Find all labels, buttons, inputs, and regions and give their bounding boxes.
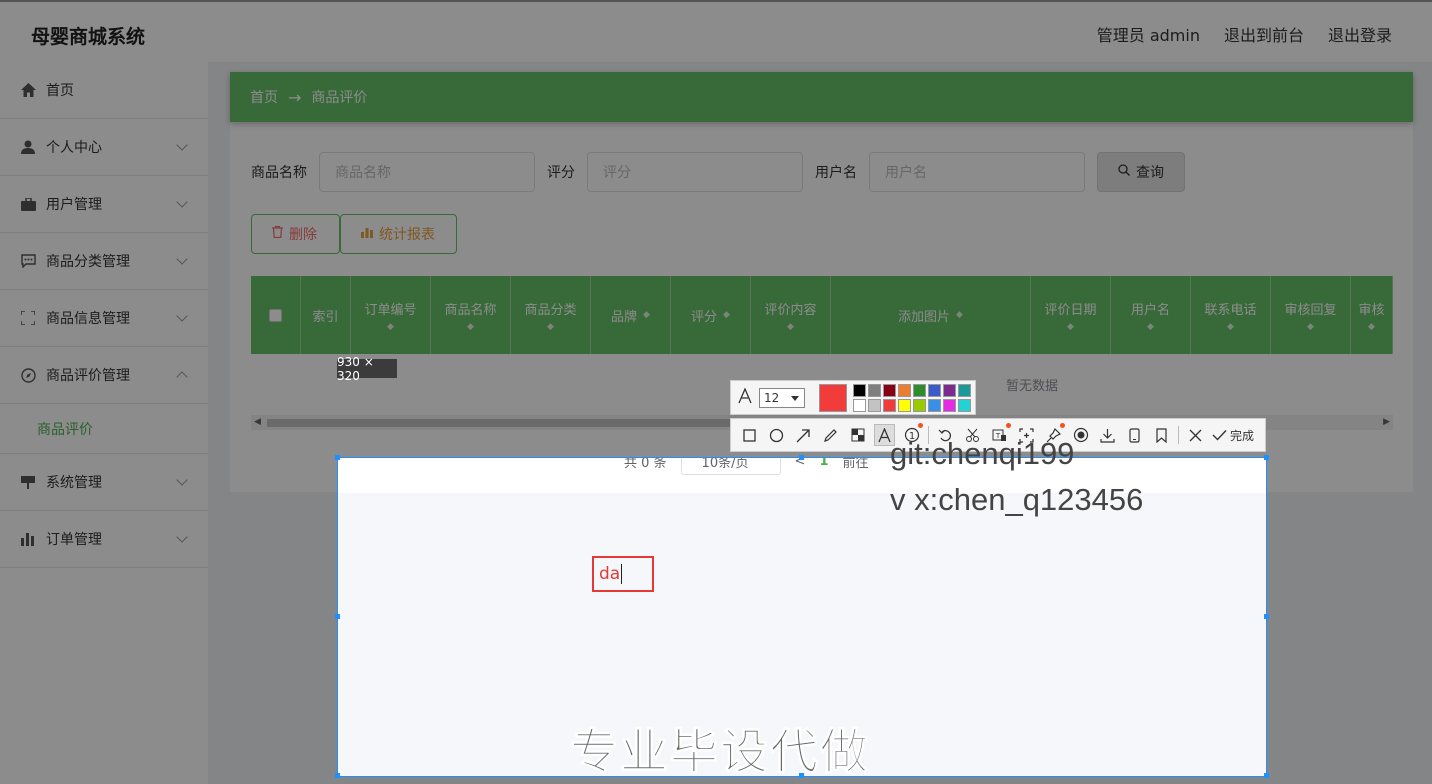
- text-style-toolbar: 12: [730, 380, 976, 415]
- resize-handle[interactable]: [335, 773, 340, 778]
- annotation-text: da: [599, 564, 621, 584]
- color-swatch[interactable]: [958, 383, 971, 397]
- ellipse-tool-icon[interactable]: [766, 424, 787, 446]
- resize-handle[interactable]: [335, 614, 340, 619]
- color-swatch[interactable]: [928, 383, 941, 397]
- color-swatch[interactable]: [898, 383, 911, 397]
- color-swatch[interactable]: [883, 383, 896, 397]
- done-button[interactable]: 完成: [1212, 427, 1254, 444]
- arrow-tool-icon[interactable]: [793, 424, 814, 446]
- check-icon: [1212, 430, 1227, 441]
- watermark-banner: 专业毕设代做: [569, 724, 871, 781]
- resize-handle[interactable]: [1264, 773, 1269, 778]
- color-swatch[interactable]: [853, 383, 866, 397]
- resize-handle[interactable]: [799, 455, 804, 460]
- mosaic-tool-icon[interactable]: [847, 424, 868, 446]
- color-swatch[interactable]: [898, 398, 911, 412]
- color-swatch[interactable]: [943, 398, 956, 412]
- resize-handle[interactable]: [1264, 614, 1269, 619]
- color-swatch[interactable]: [958, 398, 971, 412]
- toolbar-separator: [1178, 426, 1179, 444]
- pencil-tool-icon[interactable]: [820, 424, 841, 446]
- close-icon[interactable]: [1185, 424, 1206, 446]
- page-number[interactable]: 1: [819, 458, 828, 469]
- rectangle-tool-icon[interactable]: [739, 424, 760, 446]
- color-swatch[interactable]: [913, 383, 926, 397]
- bookmark-icon[interactable]: [1151, 424, 1172, 446]
- done-label: 完成: [1230, 428, 1255, 443]
- color-swatch[interactable]: [868, 383, 881, 397]
- color-swatch[interactable]: [883, 398, 896, 412]
- total-count: 共 0 条: [624, 457, 667, 471]
- watermark-git: git:chenqi199: [890, 436, 1075, 471]
- font-size-select[interactable]: 12: [759, 387, 805, 408]
- color-swatch[interactable]: [913, 398, 926, 412]
- current-color-swatch[interactable]: [819, 383, 847, 412]
- capture-size-label: 930 × 320: [337, 355, 397, 383]
- color-swatch[interactable]: [853, 398, 866, 412]
- resize-handle[interactable]: [335, 455, 340, 460]
- watermark-wx: v x:chen_q123456: [890, 482, 1144, 517]
- page-size-select[interactable]: 10条/页: [680, 458, 781, 475]
- phone-save-icon[interactable]: [1124, 424, 1145, 446]
- annotation-text-box[interactable]: da: [592, 556, 654, 592]
- text-caret: [621, 564, 623, 584]
- color-swatch[interactable]: [868, 398, 881, 412]
- font-icon: [737, 386, 753, 408]
- download-icon[interactable]: [1097, 424, 1118, 446]
- color-palette: [853, 383, 971, 412]
- color-swatch[interactable]: [943, 383, 956, 397]
- resize-handle[interactable]: [1264, 455, 1269, 460]
- jump-label: 前往: [842, 457, 869, 471]
- color-swatch[interactable]: [928, 398, 941, 412]
- pagination: 共 0 条 10条/页 < 1 前往: [624, 457, 869, 475]
